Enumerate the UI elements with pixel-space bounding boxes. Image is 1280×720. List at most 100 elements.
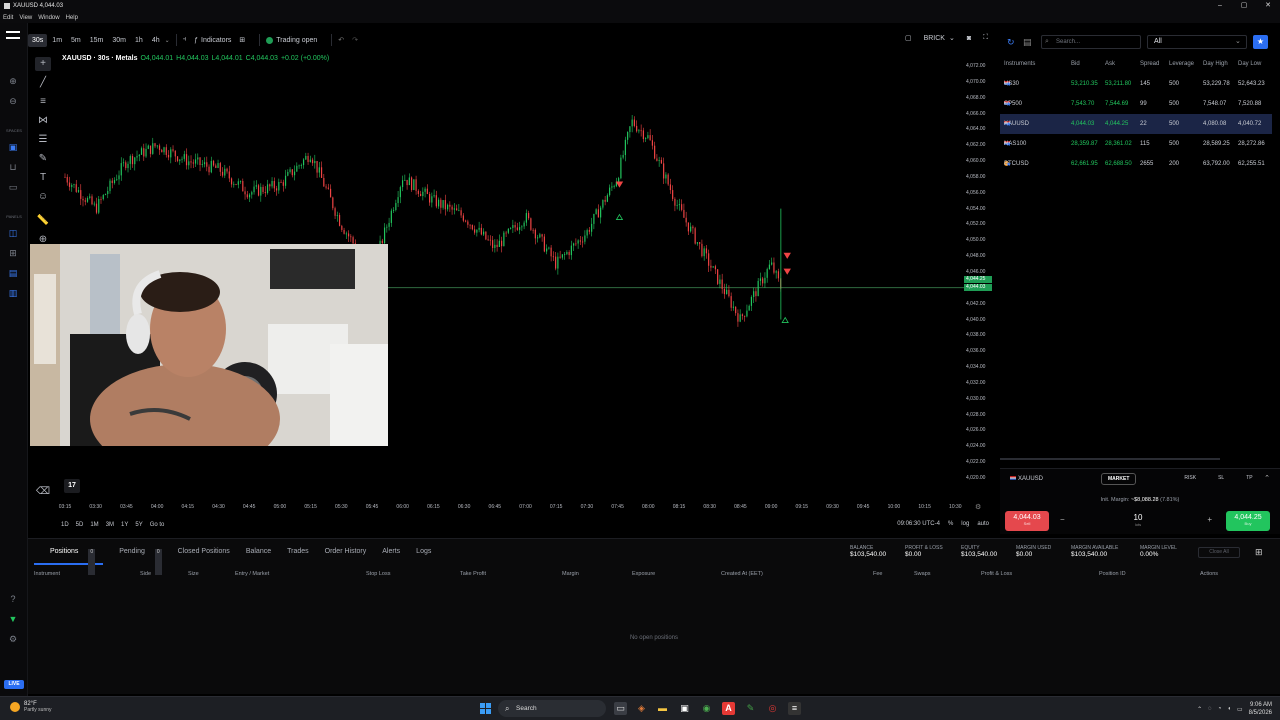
trendline-icon[interactable]: ╱ bbox=[35, 76, 51, 90]
col-entry[interactable]: Entry / Market bbox=[235, 571, 269, 577]
lots-stepper[interactable]: − 10 lots + bbox=[1055, 511, 1221, 531]
shield-icon[interactable]: ▼ bbox=[7, 613, 19, 625]
fullscreen-icon[interactable]: ⛶ bbox=[983, 34, 988, 42]
chevron-down-icon[interactable]: ⌄ bbox=[165, 37, 170, 44]
menu-help[interactable]: Help bbox=[66, 15, 78, 21]
range-5d[interactable]: 5D bbox=[76, 522, 84, 528]
col-stop-loss[interactable]: Stop Loss bbox=[366, 571, 390, 577]
buy-marker[interactable] bbox=[781, 316, 789, 323]
emoji-icon[interactable]: ☺ bbox=[35, 190, 51, 204]
goto-button[interactable]: Go to bbox=[150, 522, 165, 528]
tab-sl[interactable]: SL bbox=[1212, 473, 1230, 485]
col-day-low[interactable]: Day Low bbox=[1238, 61, 1261, 67]
task-view-icon[interactable]: ▭ bbox=[614, 702, 627, 715]
pattern-icon[interactable]: ⋈ bbox=[35, 114, 51, 128]
star-icon[interactable]: ★ bbox=[1006, 161, 1011, 168]
range-1d[interactable]: 1D bbox=[61, 522, 69, 528]
instrument-row[interactable]: BTCUSD ★ 62,661.95 62,688.50 2655 200 63,792.0… bbox=[1000, 154, 1272, 174]
instrument-search-input[interactable]: Search... bbox=[1041, 35, 1141, 49]
col-position-id[interactable]: Position ID bbox=[1099, 571, 1126, 577]
ruler-icon[interactable]: 📏 bbox=[35, 214, 51, 228]
range-1m[interactable]: 1M bbox=[90, 522, 98, 528]
zoom-out-icon[interactable]: ⊖ bbox=[7, 95, 19, 107]
close-button[interactable]: ✕ bbox=[1256, 0, 1280, 12]
store-icon[interactable]: ▣ bbox=[678, 702, 691, 715]
trading-status[interactable]: Trading open bbox=[266, 36, 317, 44]
minimize-button[interactable]: – bbox=[1208, 0, 1232, 12]
buy-marker[interactable] bbox=[615, 213, 624, 220]
col-ask[interactable]: Ask bbox=[1105, 61, 1115, 67]
star-icon[interactable]: ★ bbox=[1006, 121, 1011, 128]
instrument-row[interactable]: US30 ★ 53,210.35 53,211.80 145 500 53,229.78 52… bbox=[1000, 74, 1272, 94]
panel-list-icon[interactable]: ▥ bbox=[7, 287, 19, 299]
file-explorer-icon[interactable]: ▬ bbox=[656, 702, 669, 715]
auto-toggle[interactable]: auto bbox=[977, 521, 989, 527]
text-icon[interactable]: T bbox=[35, 171, 51, 185]
lots-value[interactable]: 10 bbox=[1055, 511, 1221, 522]
instrument-filter-select[interactable]: All bbox=[1147, 35, 1247, 49]
tab-order-history[interactable]: Order History bbox=[317, 539, 375, 565]
timeframe-15m[interactable]: 15m bbox=[86, 34, 108, 47]
col-take-profit[interactable]: Take Profit bbox=[460, 571, 486, 577]
copilot-icon[interactable]: ◈ bbox=[635, 702, 648, 715]
star-icon[interactable]: ★ bbox=[1006, 101, 1011, 108]
eraser-icon[interactable]: ⌫ bbox=[35, 485, 51, 499]
range-1y[interactable]: 1Y bbox=[121, 522, 128, 528]
plus-icon[interactable]: + bbox=[1207, 515, 1212, 524]
scrollbar[interactable] bbox=[1000, 458, 1220, 460]
col-created-at[interactable]: Created At (EET) bbox=[721, 571, 763, 577]
col-instruments[interactable]: Instruments bbox=[1004, 61, 1035, 67]
panel-layout-icon[interactable]: ◫ bbox=[7, 227, 19, 239]
sell-marker[interactable] bbox=[783, 252, 791, 259]
compare-button[interactable]: ⫞ bbox=[183, 36, 187, 44]
taskbar-search[interactable]: ⌕ Search bbox=[498, 700, 606, 717]
panel-icon[interactable]: ⊞ bbox=[7, 247, 19, 259]
tab-trades[interactable]: Trades bbox=[279, 539, 317, 565]
tab-risk[interactable]: RISK bbox=[1178, 473, 1202, 485]
rectangle-icon[interactable]: ▢ bbox=[905, 34, 912, 42]
tab-alerts[interactable]: Alerts bbox=[374, 539, 408, 565]
chevron-down-icon[interactable]: ⌄ bbox=[949, 34, 955, 42]
buy-button[interactable]: 4,044.25 Buy bbox=[1226, 511, 1270, 531]
app-logo[interactable] bbox=[6, 31, 20, 45]
wifi-icon[interactable]: ◔ bbox=[1218, 706, 1222, 712]
fib-icon[interactable]: ☰ bbox=[35, 133, 51, 147]
timeframe-1h[interactable]: 1h bbox=[131, 34, 147, 47]
sell-marker[interactable] bbox=[783, 268, 791, 275]
chevron-up-icon[interactable]: ⌃ bbox=[1197, 706, 1202, 713]
tab-logs[interactable]: Logs bbox=[408, 539, 439, 565]
indicators-button[interactable]: ƒ Indicators bbox=[194, 37, 231, 44]
timeframe-1m[interactable]: 1m bbox=[48, 34, 66, 47]
brush-icon[interactable]: ✎ bbox=[35, 152, 51, 166]
grid-icon[interactable]: ⊞ bbox=[1255, 547, 1265, 557]
trading-app-icon[interactable]: ≡ bbox=[788, 702, 801, 715]
timeframe-5m[interactable]: 5m bbox=[67, 34, 85, 47]
sell-button[interactable]: 4,044.03 Sell bbox=[1005, 511, 1049, 531]
star-icon[interactable]: ★ bbox=[1006, 141, 1011, 148]
clock[interactable]: 9:06 AM 8/5/2026 bbox=[1249, 701, 1272, 717]
timeframe-30m[interactable]: 30m bbox=[108, 34, 130, 47]
tab-closed-positions[interactable]: Closed Positions bbox=[170, 539, 238, 565]
col-instrument[interactable]: Instrument bbox=[34, 571, 60, 577]
app-record-icon[interactable]: ◎ bbox=[766, 702, 779, 715]
start-button[interactable] bbox=[480, 703, 491, 714]
layouts-icon[interactable]: ⊞ bbox=[239, 36, 245, 44]
timeframe-30s[interactable]: 30s bbox=[28, 33, 48, 47]
col-fee[interactable]: Fee bbox=[873, 571, 882, 577]
zoom-in-icon[interactable]: ⊕ bbox=[7, 75, 19, 87]
col-bid[interactable]: Bid bbox=[1071, 61, 1080, 67]
instrument-row[interactable]: NAS100 ★ 28,359.87 28,361.02 115 500 28,589.25… bbox=[1000, 134, 1272, 154]
col-exposure[interactable]: Exposure bbox=[632, 571, 655, 577]
sell-marker[interactable] bbox=[615, 181, 624, 188]
percent-toggle[interactable]: % bbox=[948, 521, 953, 527]
instrument-row[interactable]: SP500 ★ 7,543.70 7,544.69 99 500 7,548.07 7,520… bbox=[1000, 94, 1272, 114]
col-swaps[interactable]: Swaps bbox=[914, 571, 931, 577]
refresh-icon[interactable]: ↻ bbox=[1007, 37, 1015, 48]
volume-icon[interactable]: ◖ bbox=[1227, 706, 1231, 712]
log-toggle[interactable]: log bbox=[961, 521, 969, 527]
tab-balance[interactable]: Balance bbox=[238, 539, 279, 565]
horizontal-lines-icon[interactable]: ≡ bbox=[35, 95, 51, 109]
range-5y[interactable]: 5Y bbox=[135, 522, 142, 528]
cart-icon[interactable]: ⊔ bbox=[7, 161, 19, 173]
col-spread[interactable]: Spread bbox=[1140, 61, 1159, 67]
